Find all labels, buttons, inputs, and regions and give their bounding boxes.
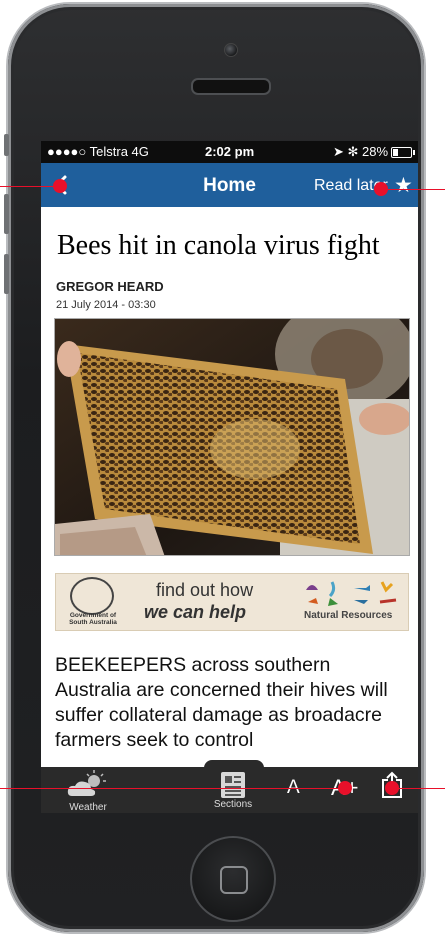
- volume-down-button: [4, 254, 9, 294]
- article-author: GREGOR HEARD: [56, 279, 164, 294]
- carrier-signal: ●●●●○ Telstra 4G: [47, 144, 149, 159]
- wildlife-icons: [306, 581, 397, 606]
- sections-label: Sections: [213, 799, 253, 810]
- government-seal-icon: [70, 577, 114, 615]
- home-square-icon: [220, 866, 248, 894]
- status-indicators: ➤ ✻ 28%: [332, 144, 388, 159]
- sections-tab[interactable]: Sections: [203, 767, 263, 813]
- star-icon[interactable]: ★: [394, 175, 413, 196]
- ad-brand: Natural Resources: [304, 610, 393, 621]
- ad-tagline-2: we can help: [144, 602, 247, 622]
- battery-icon: [391, 147, 415, 158]
- annotation-marker-read-later: [374, 182, 388, 196]
- app-screen: ●●●●○ Telstra 4G 2:02 pm ➤ ✻ 28% Home Re…: [41, 141, 418, 813]
- nav-bar: Home Read later ★: [41, 163, 418, 207]
- volume-up-button: [4, 194, 9, 234]
- ad-tagline-1: find out how: [156, 580, 254, 600]
- status-bar: ●●●●○ Telstra 4G 2:02 pm ➤ ✻ 28%: [41, 141, 418, 163]
- earpiece-speaker: [191, 78, 271, 95]
- ad-government-label: Government of South Australia: [69, 612, 117, 626]
- annotation-line: [381, 189, 445, 190]
- annotation-marker-back: [53, 179, 67, 193]
- advertisement-banner[interactable]: Government of South Australia find out h…: [55, 573, 409, 631]
- weather-tab[interactable]: Weather: [63, 769, 113, 813]
- article-date: 21 July 2014 - 03:30: [56, 299, 156, 311]
- weather-icon: [67, 770, 106, 796]
- status-time: 2:02 pm: [205, 144, 255, 159]
- annotation-line: [0, 186, 60, 187]
- mute-switch: [4, 134, 9, 156]
- article-body: BEEKEEPERS across southern Australia are…: [55, 654, 388, 751]
- front-camera: [224, 43, 238, 57]
- article-photo-beekeeper-frame: [54, 318, 410, 556]
- annotation-line: [0, 788, 345, 789]
- annotation-line: [392, 788, 445, 789]
- article-headline: Bees hit in canola virus fight: [57, 230, 380, 261]
- bottom-toolbar: Weather Sections A A+: [41, 760, 418, 813]
- weather-label: Weather: [69, 802, 107, 813]
- annotation-marker-font: [338, 781, 352, 795]
- home-button[interactable]: [190, 836, 276, 922]
- sections-icon: [221, 772, 245, 798]
- annotation-marker-share: [385, 781, 399, 795]
